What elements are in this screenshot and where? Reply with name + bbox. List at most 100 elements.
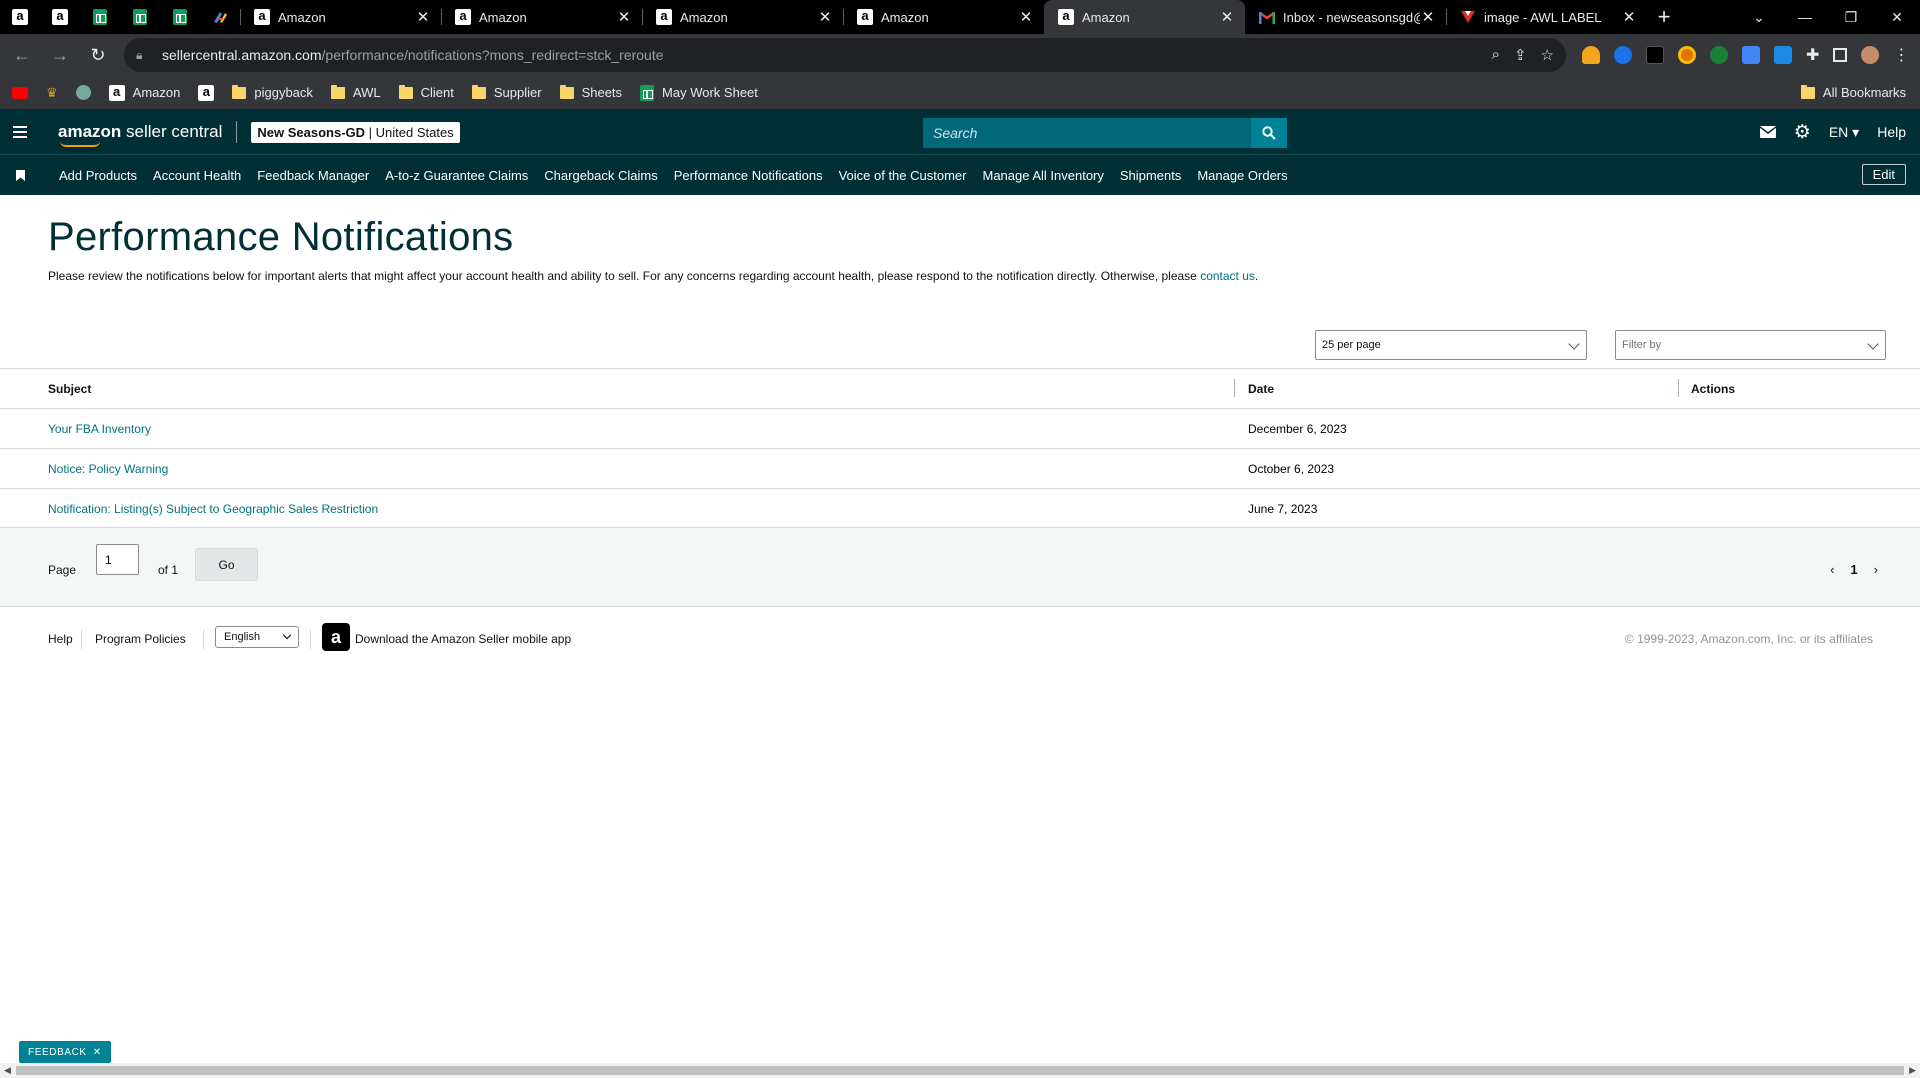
tab-gmail-inbox[interactable]: Inbox - newseasonsgd@ ✕ (1245, 0, 1446, 34)
extension-tm-icon[interactable] (1774, 46, 1792, 64)
site-info-icon[interactable]: 🔒︎ (136, 48, 150, 63)
amazon-seller-app-icon[interactable]: a (322, 623, 350, 651)
nav-add-products[interactable]: Add Products (59, 168, 137, 183)
hamburger-menu-icon[interactable] (0, 126, 40, 138)
forward-arrow-icon[interactable]: → (44, 39, 76, 71)
minimize-icon[interactable]: — (1782, 0, 1828, 34)
store-selector[interactable]: New Seasons-GD | United States (251, 121, 460, 143)
go-button[interactable]: Go (195, 548, 258, 581)
extension-cookie-icon[interactable] (1582, 46, 1600, 64)
scrollbar-thumb[interactable] (16, 1066, 1904, 1075)
back-arrow-icon[interactable]: ← (6, 39, 38, 71)
nav-feedback-manager[interactable]: Feedback Manager (257, 168, 369, 183)
notification-subject-link[interactable]: Your FBA Inventory (48, 422, 151, 436)
notification-subject-link[interactable]: Notification: Listing(s) Subject to Geog… (48, 502, 378, 516)
extension-blue-icon[interactable] (1614, 46, 1632, 64)
scroll-left-arrow-icon[interactable]: ◀ (4, 1065, 11, 1076)
tab-amazon-active[interactable]: a Amazon ✕ (1044, 0, 1245, 34)
bookmark-star-icon[interactable]: ☆ (1541, 46, 1554, 64)
pinned-tab-amazon-1[interactable]: a (0, 0, 40, 34)
extensions-puzzle-icon[interactable]: ✚ (1806, 45, 1819, 65)
tab-close-icon[interactable]: ✕ (1219, 8, 1235, 26)
pinned-tab-sheets-2[interactable] (120, 0, 160, 34)
tab-close-icon[interactable]: ✕ (1621, 8, 1637, 26)
bookmark-client[interactable]: Client (398, 84, 454, 100)
reload-icon[interactable]: ↻ (82, 39, 114, 71)
page-number-input[interactable] (96, 544, 139, 575)
mail-icon[interactable] (1759, 126, 1776, 138)
tab-close-icon[interactable]: ✕ (1420, 8, 1436, 26)
bookmark-youtube[interactable] (12, 86, 28, 99)
search-input[interactable] (923, 118, 1251, 148)
tab-close-icon[interactable]: ✕ (817, 8, 833, 26)
tab-search-chevron-icon[interactable]: ⌄ (1736, 0, 1782, 34)
extension-calculator-icon[interactable] (1742, 46, 1760, 64)
bookmark-crown[interactable]: ♛ (46, 85, 58, 101)
extension-orange-icon[interactable] (1678, 46, 1696, 64)
extension-dark-icon[interactable] (1646, 46, 1664, 64)
browser-menu-icon[interactable]: ⋮ (1893, 45, 1909, 65)
nav-performance-notifications[interactable]: Performance Notifications (674, 168, 823, 183)
language-selector[interactable]: EN ▾ (1829, 124, 1859, 141)
bookmark-may-work-sheet[interactable]: May Work Sheet (640, 84, 758, 101)
close-window-icon[interactable]: ✕ (1874, 0, 1920, 34)
restore-icon[interactable]: ❐ (1828, 0, 1874, 34)
bookmark-amazon-dark[interactable]: a (198, 84, 215, 101)
tab-close-icon[interactable]: ✕ (415, 8, 431, 26)
tab-close-icon[interactable]: ✕ (1018, 8, 1034, 26)
notification-subject-link[interactable]: Notice: Policy Warning (48, 462, 168, 476)
nav-manage-orders[interactable]: Manage Orders (1197, 168, 1287, 183)
tab-amazon-1[interactable]: a Amazon ✕ (240, 0, 441, 34)
bookmark-openai[interactable] (75, 85, 91, 100)
footer-language-select[interactable]: English (215, 626, 299, 648)
edit-nav-button[interactable]: Edit (1861, 164, 1906, 185)
tab-close-icon[interactable]: ✕ (616, 8, 632, 26)
seller-central-logo[interactable]: amazon seller central (58, 122, 222, 147)
feedback-tab[interactable]: FEEDBACK ✕ (19, 1041, 111, 1063)
nav-chargeback-claims[interactable]: Chargeback Claims (544, 168, 657, 183)
horizontal-scrollbar[interactable]: ◀ ▶ (0, 1063, 1920, 1078)
pinned-tab-sheets-1[interactable] (80, 0, 120, 34)
previous-page-icon[interactable]: ‹ (1830, 562, 1834, 577)
nav-manage-inventory[interactable]: Manage All Inventory (982, 168, 1103, 183)
bookmark-amazon[interactable]: a Amazon (108, 84, 180, 101)
contact-us-link[interactable]: contact us (1200, 269, 1255, 283)
filter-select[interactable]: Filter by (1615, 330, 1886, 360)
all-bookmarks[interactable]: All Bookmarks (1800, 84, 1906, 100)
nav-voice-of-customer[interactable]: Voice of the Customer (839, 168, 967, 183)
column-header-date[interactable]: Date (1248, 382, 1274, 396)
column-header-subject[interactable]: Subject (48, 382, 91, 396)
footer-help-link[interactable]: Help (48, 632, 73, 646)
tab-amazon-3[interactable]: a Amazon ✕ (642, 0, 843, 34)
extension-green-icon[interactable] (1710, 46, 1728, 64)
per-page-select[interactable]: 25 per page (1315, 330, 1587, 360)
help-link[interactable]: Help (1877, 124, 1906, 140)
tab-awl-label[interactable]: image - AWL LABEL ✕ (1446, 0, 1647, 34)
tab-amazon-4[interactable]: a Amazon ✕ (843, 0, 1044, 34)
bookmark-piggyback[interactable]: piggyback (232, 84, 313, 100)
settings-gear-icon[interactable]: ⚙︎ (1794, 121, 1811, 144)
bookmark-supplier[interactable]: Supplier (471, 84, 542, 100)
bookmark-awl[interactable]: AWL (330, 84, 381, 100)
scroll-right-arrow-icon[interactable]: ▶ (1909, 1065, 1916, 1076)
share-icon[interactable]: ⇪ (1514, 46, 1527, 64)
nav-shipments[interactable]: Shipments (1120, 168, 1181, 183)
nav-account-health[interactable]: Account Health (153, 168, 241, 183)
download-app-link[interactable]: Download the Amazon Seller mobile app (355, 632, 571, 646)
tab-amazon-2[interactable]: a Amazon ✕ (441, 0, 642, 34)
current-page-number[interactable]: 1 (1850, 562, 1857, 577)
footer-program-policies-link[interactable]: Program Policies (95, 632, 186, 646)
pinned-tab-sheets-3[interactable] (160, 0, 200, 34)
new-tab-plus-icon[interactable]: + (1647, 0, 1681, 34)
feedback-close-icon[interactable]: ✕ (93, 1047, 102, 1058)
nav-a-to-z-claims[interactable]: A-to-z Guarantee Claims (385, 168, 528, 183)
bookmark-sheets[interactable]: Sheets (559, 84, 622, 100)
pinned-tab-app[interactable] (200, 0, 240, 34)
zoom-icon[interactable]: ⌕ (1492, 46, 1500, 64)
bookmark-pin-icon[interactable] (0, 169, 40, 181)
profile-avatar[interactable] (1861, 46, 1880, 64)
pinned-tab-amazon-2[interactable]: a (40, 0, 80, 34)
side-panel-icon[interactable] (1833, 48, 1848, 62)
address-bar[interactable]: 🔒︎ sellercentral.amazon.com/performance/… (124, 38, 1566, 72)
next-page-icon[interactable]: › (1874, 562, 1878, 577)
